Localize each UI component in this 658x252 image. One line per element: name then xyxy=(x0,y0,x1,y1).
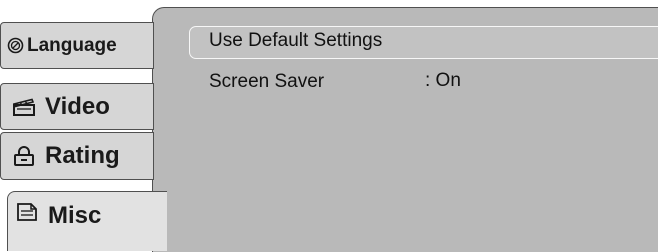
document-icon xyxy=(16,202,38,222)
tab-language[interactable]: Language xyxy=(0,22,154,69)
settings-panel: Use Default Settings Screen Saver : On xyxy=(152,7,658,252)
tab-video-label: Video xyxy=(45,92,110,120)
video-icon xyxy=(13,98,35,116)
lock-icon xyxy=(13,146,35,166)
screen-saver-label[interactable]: Screen Saver xyxy=(209,71,324,93)
language-icon xyxy=(7,37,24,54)
screen-saver-value[interactable]: : On xyxy=(425,70,461,92)
tab-misc[interactable]: Misc xyxy=(7,191,167,251)
tab-misc-label: Misc xyxy=(48,202,102,229)
tab-rating-label: Rating xyxy=(45,142,120,169)
use-default-settings-option[interactable]: Use Default Settings xyxy=(209,30,382,52)
tab-rating[interactable]: Rating xyxy=(0,132,154,180)
tab-language-label: Language xyxy=(27,34,117,56)
tab-video[interactable]: Video xyxy=(0,83,154,130)
